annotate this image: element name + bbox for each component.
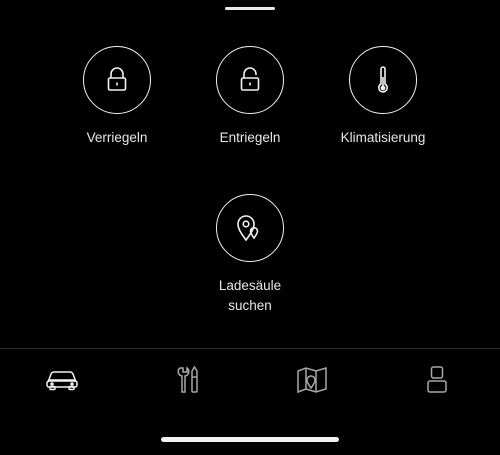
lock-button[interactable]: Verriegeln xyxy=(57,46,177,148)
car-icon xyxy=(45,369,79,391)
tab-vehicle[interactable] xyxy=(32,360,92,400)
lock-circle[interactable] xyxy=(83,46,151,114)
home-indicator xyxy=(161,437,339,442)
lock-label: Verriegeln xyxy=(86,130,148,145)
service-tools-icon xyxy=(174,365,202,395)
tab-profile[interactable] xyxy=(407,360,467,400)
unlock-label: Entriegeln xyxy=(219,130,281,145)
charging-station-circle[interactable] xyxy=(216,194,284,262)
map-icon xyxy=(296,366,328,394)
climate-button[interactable]: Klimatisierung xyxy=(323,46,443,148)
lock-open-icon xyxy=(239,67,261,93)
profile-icon xyxy=(426,365,448,395)
bottom-nav-divider xyxy=(0,348,500,349)
sheet-drag-handle[interactable] xyxy=(225,7,275,10)
climate-circle[interactable] xyxy=(349,46,417,114)
tab-service[interactable] xyxy=(158,360,218,400)
thermometer-icon xyxy=(376,65,390,95)
lock-closed-icon xyxy=(106,67,128,93)
unlock-button[interactable]: Entriegeln xyxy=(190,46,310,148)
climate-label: Klimatisierung xyxy=(340,130,426,145)
find-charging-station-button[interactable]: Ladesäule suchen xyxy=(190,194,310,316)
charging-station-location-icon xyxy=(235,213,265,243)
find-charging-station-label: Ladesäule suchen xyxy=(218,278,282,313)
unlock-circle[interactable] xyxy=(216,46,284,114)
tab-map[interactable] xyxy=(282,360,342,400)
